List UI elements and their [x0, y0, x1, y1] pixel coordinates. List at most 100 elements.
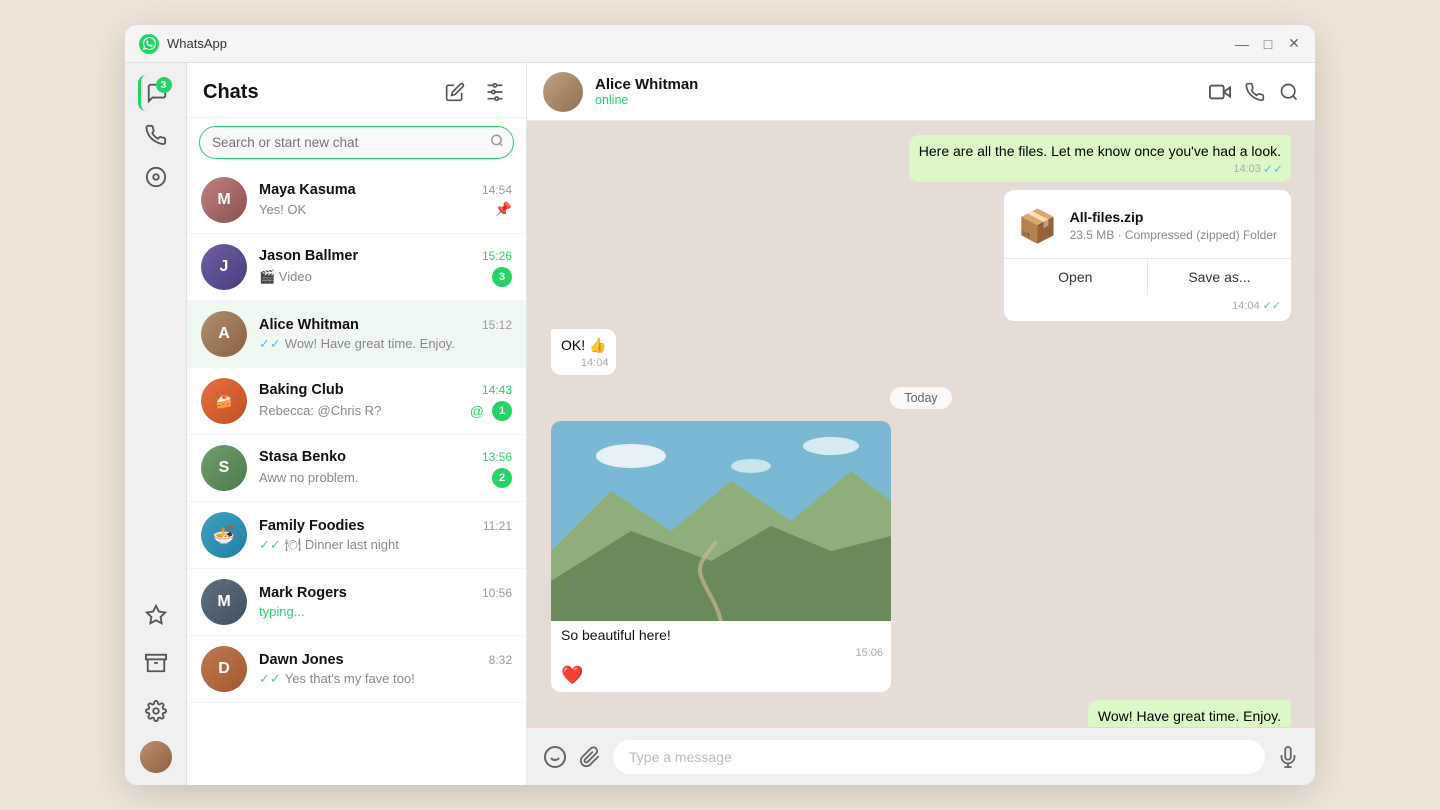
attach-button[interactable] — [579, 746, 601, 768]
sidebar-header: Chats — [187, 63, 526, 118]
chat-preview-alice: Wow! Have great time. Enjoy. — [285, 336, 512, 351]
caption-text: So beautiful here! — [561, 627, 671, 643]
sidebar: Chats — [187, 63, 527, 785]
chat-name-baking: Baking Club — [259, 382, 344, 398]
maximize-button[interactable]: □ — [1261, 37, 1275, 51]
chat-item-baking[interactable]: 🍰 Baking Club 14:43 Rebecca: @Chris R? @… — [187, 368, 526, 435]
tick-6: ✓✓ — [1263, 726, 1283, 727]
chat-name-stasa: Stasa Benko — [259, 449, 346, 465]
nav-user-avatar[interactable] — [140, 741, 172, 773]
message-time-3: 14:04 — [581, 356, 609, 371]
input-bar — [527, 727, 1315, 785]
chat-item-maya[interactable]: M Maya Kasuma 14:54 Yes! OK 📌 — [187, 167, 526, 234]
file-actions: Open Save as... — [1004, 258, 1291, 295]
sidebar-title: Chats — [203, 81, 259, 104]
chat-item-alice[interactable]: A Alice Whitman 15:12 ✓✓ Wow! Have great… — [187, 301, 526, 368]
chat-header-info: Alice Whitman online — [595, 76, 1209, 107]
image-bubble: So beautiful here! 15:06 ❤️ — [551, 421, 891, 692]
message-row-5: So beautiful here! 15:06 ❤️ — [551, 421, 1291, 692]
chat-preview-jason: 🎬 Video — [259, 269, 486, 285]
chat-info-maya: Maya Kasuma 14:54 Yes! OK 📌 — [259, 182, 512, 218]
filter-button[interactable] — [480, 77, 510, 107]
chat-item-dawn[interactable]: D Dawn Jones 8:32 ✓✓ Yes that's my fave … — [187, 636, 526, 703]
file-tick: ✓✓ — [1263, 299, 1281, 314]
minimize-button[interactable]: — — [1235, 37, 1249, 51]
chat-time-jason: 15:26 — [482, 249, 512, 263]
chat-pane: Alice Whitman online — [527, 63, 1315, 785]
new-chat-button[interactable] — [440, 77, 470, 107]
app-window: WhatsApp — □ ✕ 3 — [125, 25, 1315, 785]
chat-avatar-stasa: S — [201, 445, 247, 491]
double-tick-dawn: ✓✓ — [259, 671, 281, 687]
chat-info-stasa: Stasa Benko 13:56 Aww no problem. 2 — [259, 449, 512, 488]
file-name: All-files.zip — [1070, 208, 1277, 228]
chat-time-family: 11:21 — [483, 519, 512, 533]
emoji-button[interactable] — [543, 745, 567, 769]
chat-preview-stasa: Aww no problem. — [259, 470, 486, 485]
file-bubble-content: 📦 All-files.zip 23.5 MB · Compressed (zi… — [1004, 190, 1291, 259]
file-save-button[interactable]: Save as... — [1148, 259, 1291, 295]
close-button[interactable]: ✕ — [1287, 37, 1301, 51]
chat-header-avatar[interactable] — [543, 72, 583, 112]
message-row-6: Wow! Have great time. Enjoy. 15:12 ✓✓ — [551, 700, 1291, 727]
chat-header-status: online — [595, 93, 1209, 107]
message-text-3: OK! 👍 — [561, 337, 606, 353]
chat-time-dawn: 8:32 — [489, 653, 512, 667]
chat-name-dawn: Dawn Jones — [259, 652, 344, 668]
image-placeholder — [551, 421, 891, 621]
chat-badge-baking: 1 — [492, 401, 512, 421]
nav-chats-icon[interactable]: 3 — [138, 75, 174, 111]
video-call-button[interactable] — [1209, 81, 1231, 103]
date-divider: Today — [551, 389, 1291, 407]
image-time: 15:06 — [855, 647, 883, 659]
window-controls: — □ ✕ — [1235, 37, 1301, 51]
nav-settings-icon[interactable] — [138, 693, 174, 729]
voice-message-button[interactable] — [1277, 746, 1299, 768]
chat-time-mark: 10:56 — [482, 586, 512, 600]
chat-time-maya: 14:54 — [482, 183, 512, 197]
chat-avatar-alice: A — [201, 311, 247, 357]
chat-avatar-dawn: D — [201, 646, 247, 692]
chat-badge-stasa: 2 — [492, 468, 512, 488]
app-logo — [139, 34, 159, 54]
chat-badge-jason: 3 — [492, 267, 512, 287]
chat-list: M Maya Kasuma 14:54 Yes! OK 📌 — [187, 167, 526, 785]
mention-icon-baking: @ — [470, 403, 484, 419]
title-bar: WhatsApp — □ ✕ — [125, 25, 1315, 63]
file-details: All-files.zip 23.5 MB · Compressed (zipp… — [1070, 208, 1277, 244]
message-row-1: Here are all the files. Let me know once… — [551, 135, 1291, 182]
nav-starred-icon[interactable] — [138, 597, 174, 633]
message-time-1: 14:03 ✓✓ — [1233, 161, 1283, 178]
sidebar-actions — [440, 77, 510, 107]
image-reaction: ❤️ — [551, 663, 891, 692]
message-text-1: Here are all the files. Let me know once… — [919, 143, 1281, 159]
chat-header-actions — [1209, 81, 1299, 103]
chat-name-jason: Jason Ballmer — [259, 248, 358, 264]
chats-badge: 3 — [156, 77, 172, 93]
tick-1: ✓✓ — [1263, 161, 1283, 178]
message-bubble-6: Wow! Have great time. Enjoy. 15:12 ✓✓ — [1088, 700, 1291, 727]
chat-avatar-maya: M — [201, 177, 247, 223]
chat-avatar-baking: 🍰 — [201, 378, 247, 424]
chat-item-family[interactable]: 🍜 Family Foodies 11:21 ✓✓ 🍽 Dinner last … — [187, 502, 526, 569]
file-open-button[interactable]: Open — [1004, 259, 1148, 295]
search-box — [199, 126, 514, 159]
chat-info-alice: Alice Whitman 15:12 ✓✓ Wow! Have great t… — [259, 317, 512, 352]
chat-item-jason[interactable]: J Jason Ballmer 15:26 🎬 Video 3 — [187, 234, 526, 301]
nav-archived-icon[interactable] — [138, 645, 174, 681]
message-input[interactable] — [613, 740, 1265, 774]
chat-info-baking: Baking Club 14:43 Rebecca: @Chris R? @ 1 — [259, 382, 512, 421]
chat-item-stasa[interactable]: S Stasa Benko 13:56 Aww no problem. 2 — [187, 435, 526, 502]
search-input[interactable] — [199, 126, 514, 159]
chat-messages: Here are all the files. Let me know once… — [527, 121, 1315, 727]
chat-info-mark: Mark Rogers 10:56 typing... — [259, 585, 512, 619]
search-messages-button[interactable] — [1279, 82, 1299, 102]
chat-item-mark[interactable]: M Mark Rogers 10:56 typing... — [187, 569, 526, 636]
nav-status-icon[interactable] — [138, 159, 174, 195]
nav-rail: 3 — [125, 63, 187, 785]
chat-name-mark: Mark Rogers — [259, 585, 347, 601]
nav-calls-icon[interactable] — [138, 117, 174, 153]
voice-call-button[interactable] — [1245, 82, 1265, 102]
message-bubble-3: OK! 👍 14:04 — [551, 329, 616, 376]
main-content: 3 — [125, 63, 1315, 785]
